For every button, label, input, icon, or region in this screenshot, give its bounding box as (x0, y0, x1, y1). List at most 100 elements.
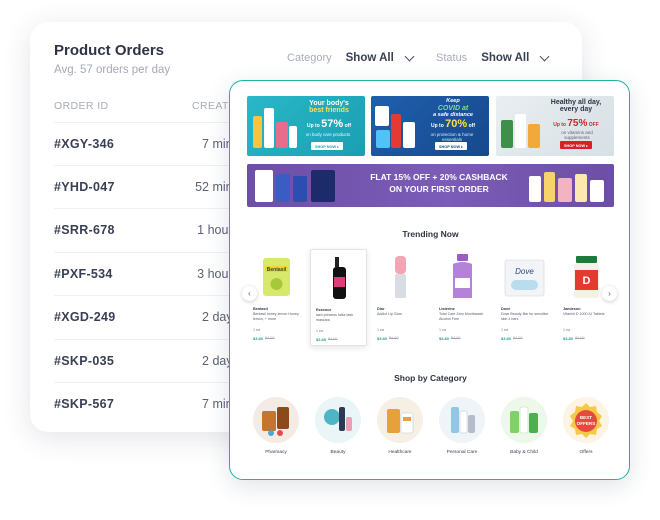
product-price: $3.80 (377, 336, 388, 341)
category-healthcare[interactable]: Healthcare (369, 397, 431, 455)
category-filter-label: Category (287, 52, 332, 64)
shop-by-category-heading: Shop by Category (394, 373, 467, 383)
category-label: Offers (579, 450, 593, 455)
product-bottle-image (528, 124, 540, 148)
healthcare-icon (377, 397, 423, 443)
product-bottle-image (289, 126, 297, 148)
category-pharmacy[interactable]: Pharmacy (245, 397, 307, 455)
product-price: $3.80 (439, 336, 450, 341)
offers-badge-label: OFFERS (577, 421, 596, 426)
banner-headline: Keep (446, 98, 460, 104)
pharmacy-icon (253, 397, 299, 443)
product-brand: Jamieson (563, 307, 581, 311)
status-filter[interactable]: Status Show All (436, 51, 550, 64)
product-bottle-image (515, 114, 526, 148)
product-bottle-image (293, 176, 307, 202)
product-qty: 1 ea (439, 328, 446, 332)
product-card[interactable]: Essence lash princess false lash mascara… (310, 249, 367, 346)
product-price: $3.80 (501, 336, 512, 341)
product-image-label: Dove (515, 267, 534, 276)
storefront-card: Your body's best friends Up to 57% off o… (229, 80, 630, 480)
status-filter-label: Status (436, 52, 468, 64)
banner-pct-prefix: Up to (307, 123, 320, 129)
product-name: Total Care Zero Mouthwash Alcohol Free (439, 312, 484, 321)
product-name: Vitamin D 1000 IU Tablets (563, 312, 605, 316)
product-bottle-image (529, 176, 541, 202)
banner-pct-suffix: off (344, 123, 351, 129)
product-price: $3.80 (253, 336, 264, 341)
order-id: #SKP-567 (54, 397, 115, 411)
banner-subtext: on body care products (305, 132, 351, 137)
lip-glow-image (395, 256, 406, 298)
category-label: Beauty (330, 450, 346, 455)
promo-banner-body-care[interactable]: Your body's best friends Up to 57% off o… (247, 96, 365, 156)
product-brand: Dior (377, 307, 385, 311)
product-bottle-image (558, 178, 572, 202)
product-box-image (590, 180, 604, 202)
product-qty: 1 ea (253, 328, 260, 332)
product-card[interactable]: Dior Addict Lip Glow 1 ea $3.80 $4.00 (372, 249, 429, 346)
product-image-label: Bentasil (267, 267, 287, 273)
order-id: #PXF-534 (54, 267, 113, 281)
category-offers[interactable]: BEST OFFERS Offers (555, 397, 617, 455)
product-old-price: $4.00 (513, 336, 523, 340)
category-label: Healthcare (388, 450, 412, 455)
order-id: #XGY-346 (54, 137, 115, 151)
product-box-image (255, 170, 273, 202)
product-card[interactable]: Listerine Total Care Zero Mouthwash Alco… (434, 249, 491, 346)
orders-title: Product Orders (54, 42, 165, 59)
product-card[interactable]: D Jamieson Vitamin D 1000 IU Tablets 1 e… (558, 249, 615, 346)
order-id: #SKP-035 (54, 354, 115, 368)
category-label: Personal Care (446, 450, 478, 455)
banner-headline: best friends (309, 107, 349, 115)
category-beauty[interactable]: Beauty (307, 397, 369, 455)
orders-subtitle: Avg. 57 orders per day (54, 64, 171, 76)
product-brand: Dove (501, 307, 511, 311)
product-qty: 1 ea (501, 328, 508, 332)
chevron-down-icon[interactable] (404, 51, 415, 61)
product-old-price: $4.00 (328, 337, 338, 341)
product-card[interactable]: Bentasil Bentasil Bentasil honey lemon H… (248, 249, 305, 346)
product-bottle-image (276, 174, 290, 202)
category-personal-care[interactable]: Personal Care (431, 397, 493, 455)
promo-banner-cashback[interactable]: FLAT 15% OFF + 20% CASHBACK ON YOUR FIRS… (247, 164, 614, 207)
category-filter-value[interactable]: Show All (346, 52, 394, 64)
banner-pct-suffix: off (468, 123, 475, 129)
personal-care-icon (439, 397, 485, 443)
beauty-icon (315, 397, 361, 443)
chevron-down-icon[interactable] (539, 51, 550, 61)
banner-pct: 75% (567, 118, 588, 129)
soap-bar-pack-image: Dove (504, 259, 545, 297)
product-bottle-image (253, 116, 262, 148)
product-image-label: D (583, 275, 591, 287)
product-bottle-image (403, 122, 415, 148)
product-old-price: $4.00 (451, 336, 461, 340)
shop-now-button[interactable]: SHOP NOW ▸ (435, 142, 467, 150)
product-price: $3.80 (563, 336, 574, 341)
offers-badge-icon: BEST OFFERS (563, 397, 609, 443)
product-name: Dove Beauty Bar for sensitive skin 4 bar… (501, 312, 549, 321)
shop-now-button[interactable]: SHOP NOW ▸ (560, 141, 592, 149)
banner-headline: Healthy all day, (550, 99, 602, 106)
offers-badge-label: BEST (580, 415, 592, 420)
product-bottle-image (391, 114, 401, 148)
product-price: $3.85 (316, 337, 327, 342)
cashback-headline: FLAT 15% OFF + 20% CASHBACK (370, 172, 508, 182)
product-bottle-image (544, 172, 555, 202)
category-baby-child[interactable]: Baby & Child (493, 397, 555, 455)
product-box-image (376, 130, 390, 148)
product-name: Addict Lip Glow (377, 312, 402, 316)
mouthwash-image (453, 254, 472, 298)
category-filter[interactable]: Category Show All (287, 51, 415, 64)
shop-now-button[interactable]: SHOP NOW ▸ (311, 142, 343, 150)
product-card[interactable]: Dove Dove Dove Beauty Bar for sensitive … (496, 249, 553, 346)
product-box-image (375, 106, 389, 126)
promo-banner-covid[interactable]: Keep COVID at a safe distance Up to 70% … (371, 96, 489, 156)
product-bottle-image (575, 174, 587, 202)
product-brand: Essence (316, 308, 332, 312)
order-id: #XGD-249 (54, 310, 116, 324)
status-filter-value[interactable]: Show All (481, 52, 529, 64)
column-header-order-id[interactable]: ORDER ID (54, 100, 109, 112)
product-bottle-image (264, 108, 274, 148)
promo-banner-vitamins[interactable]: Healthy all day, every day Up to 75% OFF… (496, 96, 614, 156)
